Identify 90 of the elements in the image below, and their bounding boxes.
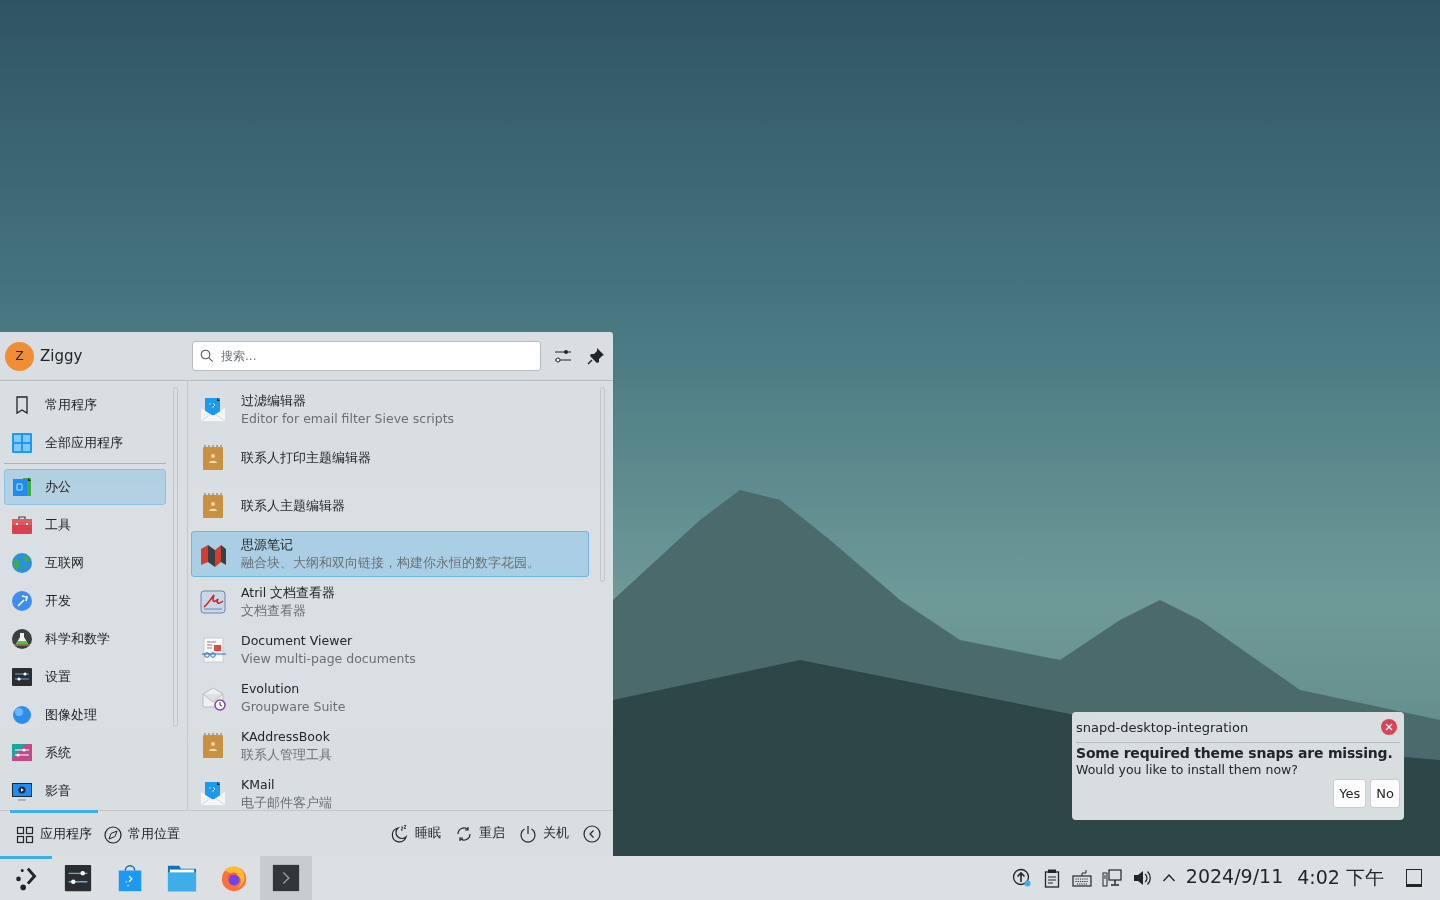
tray-button[interactable] — [1101, 868, 1122, 888]
app-item[interactable]: 联系人主题编辑器 — [191, 483, 589, 529]
category-item[interactable]: 图像处理 — [4, 697, 166, 733]
scrollbar[interactable] — [600, 387, 605, 582]
grid-icon — [11, 432, 33, 454]
flask-icon — [11, 628, 33, 650]
app-item[interactable]: Document Viewer View multi-page documents — [191, 627, 589, 673]
close-icon — [1381, 719, 1397, 735]
scrollbar[interactable] — [173, 387, 178, 727]
category-item[interactable]: 设置 — [4, 659, 166, 695]
notification-app-name: snapd-desktop-integration — [1076, 719, 1250, 735]
app-item[interactable]: KMail 电子邮件客户端 — [191, 771, 589, 817]
power-button[interactable]: 重启 — [453, 817, 507, 850]
app-description: Groupware Suite — [241, 698, 346, 716]
sphere-icon — [11, 704, 33, 726]
chevron-left-icon — [583, 824, 601, 843]
app-item[interactable]: KAddressBook 联系人管理工具 — [191, 723, 589, 769]
tray-button[interactable] — [1011, 868, 1032, 888]
sliders-icon — [554, 347, 572, 365]
app-name: Evolution — [241, 680, 301, 698]
category-item[interactable]: 工具 — [4, 507, 166, 543]
compass-icon — [104, 825, 122, 844]
task-button[interactable] — [260, 856, 312, 900]
monitor-icon — [11, 780, 33, 802]
moon-icon — [391, 824, 409, 843]
speaker-icon — [1131, 868, 1152, 888]
category-item[interactable]: 全部应用程序 — [4, 425, 166, 461]
document-icon — [199, 636, 227, 664]
close-button[interactable] — [1381, 719, 1397, 735]
app-item[interactable]: 思源笔记 融合块、大纲和双向链接，构建你永恒的数字花园。 — [191, 531, 589, 577]
app-item[interactable]: Atril 文档查看器 文档查看器 — [191, 579, 589, 625]
user-name: Ziggy — [40, 347, 83, 365]
action-button[interactable]: Yes — [1333, 779, 1367, 808]
envelope-icon — [199, 780, 227, 808]
app-name: Atril 文档查看器 — [241, 584, 336, 602]
category-item[interactable]: 互联网 — [4, 545, 166, 581]
sliders-icon — [11, 742, 33, 764]
app-name: Document Viewer — [241, 632, 354, 650]
app-description: 联系人管理工具 — [241, 746, 332, 764]
envelope-icon — [199, 396, 227, 424]
app-item[interactable]: Evolution Groupware Suite — [191, 675, 589, 721]
category-item[interactable]: 系统 — [4, 735, 166, 771]
tray-button[interactable] — [1131, 868, 1152, 888]
power-button[interactable]: 睡眠 — [389, 817, 443, 850]
search-field[interactable]: 搜索... — [192, 341, 541, 371]
power-button[interactable]: 关机 — [517, 817, 571, 850]
app-description: View multi-page documents — [241, 650, 416, 668]
upload-icon — [1011, 868, 1032, 888]
category-item[interactable]: 常用程序 — [4, 387, 166, 423]
pin-icon — [587, 347, 605, 365]
notification-heading: Some required theme snaps are missing. — [1076, 745, 1394, 761]
app-item[interactable]: 联系人打印主题编辑器 — [191, 435, 589, 481]
app-description: 融合块、大纲和双向链接，构建你永恒的数字花园。 — [241, 554, 540, 572]
category-item[interactable]: 开发 — [4, 583, 166, 619]
clock[interactable]: 2024/9/11 4:02 下午 — [1185, 865, 1384, 891]
pin-button[interactable] — [586, 346, 606, 366]
terminal-icon — [271, 863, 301, 893]
network-icon — [1101, 868, 1122, 888]
avatar[interactable]: Z — [5, 341, 34, 371]
app-name: 过滤编辑器 — [241, 392, 307, 410]
app-name: KMail — [241, 776, 276, 794]
app-name: 联系人主题编辑器 — [241, 497, 345, 515]
globe-icon — [11, 552, 33, 574]
tray-button[interactable] — [1071, 868, 1092, 888]
document-icon — [11, 476, 33, 498]
footer-tab[interactable]: 常用位置 — [98, 810, 186, 856]
sliders-icon — [63, 863, 93, 893]
category-item[interactable]: 影音 — [4, 773, 166, 809]
toolbox-icon — [11, 514, 33, 536]
app-item[interactable]: 过滤编辑器 Editor for email filter Sieve scripts — [191, 387, 589, 433]
chevron-up-icon — [1161, 873, 1176, 883]
app-name: 思源笔记 — [241, 536, 294, 554]
show-desktop-button[interactable] — [1406, 869, 1422, 887]
app-name: KAddressBook — [241, 728, 331, 746]
app-description: Editor for email filter Sieve scripts — [241, 410, 455, 428]
app-name: 联系人打印主题编辑器 — [241, 449, 371, 467]
category-item[interactable]: 科学和数学 — [4, 621, 166, 657]
refresh-icon — [455, 824, 473, 843]
power-icon — [519, 824, 537, 843]
tray-button[interactable] — [1161, 873, 1176, 883]
document-icon — [199, 588, 227, 616]
folder-icon — [167, 863, 197, 893]
grid-icon — [16, 825, 34, 844]
category-item[interactable]: 办公 — [4, 469, 166, 505]
app-description: 文档查看器 — [241, 602, 307, 620]
sliders-icon — [11, 666, 33, 688]
keyboard-icon — [1071, 868, 1092, 888]
action-button[interactable]: No — [1370, 779, 1400, 808]
notification-body: Would you like to install them now? — [1076, 762, 1299, 777]
app-description: 电子邮件客户端 — [241, 794, 332, 812]
